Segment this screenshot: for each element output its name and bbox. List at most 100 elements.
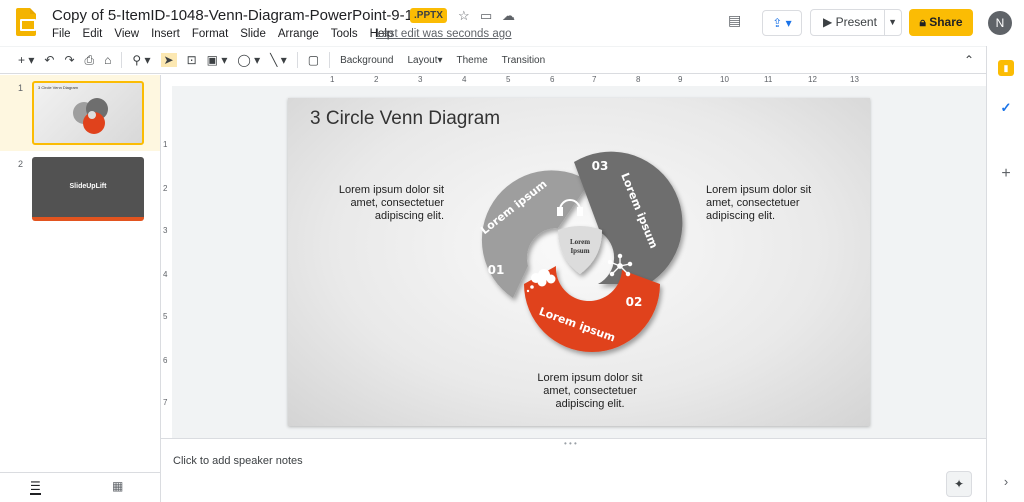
toolbar-divider: [329, 52, 331, 68]
slide-number: 2: [18, 159, 24, 169]
layout-label: Layout: [407, 54, 438, 66]
share-button[interactable]: 🔒︎ Share: [909, 9, 973, 36]
ruler-tick: 13: [850, 75, 859, 84]
ruler-tick: 5: [506, 75, 511, 84]
layout-button[interactable]: Layout▾: [407, 55, 442, 66]
notes-resize-handle[interactable]: • • •: [564, 439, 577, 448]
slides-logo-icon[interactable]: [16, 8, 36, 36]
share-label: Share: [929, 15, 963, 29]
tasks-icon[interactable]: ✓: [998, 100, 1014, 116]
new-slide-icon[interactable]: + ▾: [18, 53, 34, 67]
vertical-ruler[interactable]: 1 2 3 4 5 6 7: [162, 96, 172, 426]
ruler-tick: 6: [550, 75, 555, 84]
add-comment-icon[interactable]: ▢: [308, 53, 319, 67]
ruler-tick: 5: [163, 312, 168, 321]
present-label: Present: [835, 15, 877, 29]
shape-icon[interactable]: ◯ ▾: [237, 53, 260, 67]
ruler-tick: 2: [163, 184, 168, 193]
center-label-1: Lorem: [570, 238, 590, 246]
menu-slide[interactable]: Slide: [240, 28, 266, 40]
last-edit-link[interactable]: Last edit was seconds ago: [376, 28, 512, 40]
redo-icon[interactable]: ↷: [64, 53, 74, 67]
top-header: Copy of 5-ItemID-1048-Venn-Diagram-Power…: [0, 0, 1024, 46]
menu-arrange[interactable]: Arrange: [278, 28, 319, 40]
file-type-badge: .PPTX: [410, 8, 447, 23]
background-button[interactable]: Background: [340, 55, 393, 66]
select-cursor-icon[interactable]: ➤: [160, 53, 177, 67]
ruler-tick: 3: [163, 226, 168, 235]
present-play-icon: ▶: [823, 15, 836, 29]
get-add-ons-icon[interactable]: +: [998, 166, 1014, 182]
toolbar-divider: [296, 52, 298, 68]
filmstrip-view-bar: ☰ ▦: [0, 472, 160, 502]
thumbnail-brand-text: SlideUpLift: [69, 183, 107, 190]
horizontal-ruler[interactable]: 1 2 3 4 5 6 7 8 9 10 11 12 13: [172, 74, 986, 86]
print-icon[interactable]: ⎙: [85, 53, 95, 68]
menu-file[interactable]: File: [52, 28, 71, 40]
petal-02-number: 02: [626, 295, 643, 309]
menu-insert[interactable]: Insert: [151, 28, 180, 40]
slide-thumbnail-2[interactable]: SlideUpLift: [32, 157, 144, 221]
filmstrip-view-icon[interactable]: ☰: [30, 479, 41, 495]
collapse-toolbar-icon[interactable]: ⌃: [964, 53, 974, 67]
undo-icon[interactable]: ↶: [44, 53, 54, 67]
editor-canvas[interactable]: 3 Circle Venn Diagram Lorem ipsum dolor …: [172, 86, 986, 438]
slide-filmstrip: 1 3 Circle Venn Diagram 2 SlideUpLift ☰ …: [0, 75, 161, 502]
expand-panel-icon[interactable]: ›: [998, 474, 1014, 490]
ruler-tick: 4: [163, 270, 168, 279]
menu-bar: File Edit View Insert Format Slide Arran…: [52, 28, 393, 40]
ruler-tick: 7: [592, 75, 597, 84]
side-panel: ▮ ✓ + ›: [986, 46, 1024, 502]
toolbar-divider: [121, 52, 123, 68]
menu-edit[interactable]: Edit: [83, 28, 103, 40]
ruler-tick: 7: [163, 398, 168, 407]
speaker-notes-panel[interactable]: • • • Click to add speaker notes: [161, 438, 986, 502]
ruler-tick: 10: [720, 75, 729, 84]
lock-icon: 🔒︎: [919, 15, 926, 29]
paint-format-icon[interactable]: ⌂: [104, 53, 111, 67]
present-button[interactable]: ▶ Present ▼: [810, 9, 902, 36]
move-folder-icon[interactable]: ▭: [480, 8, 492, 24]
transition-button[interactable]: Transition: [502, 55, 546, 66]
slide-canvas[interactable]: 3 Circle Venn Diagram Lorem ipsum dolor …: [288, 98, 870, 426]
image-icon[interactable]: ▣ ▾: [207, 53, 228, 67]
ruler-tick: 2: [374, 75, 379, 84]
keep-icon[interactable]: ▮: [998, 60, 1014, 76]
venn-diagram[interactable]: Lorem Ipsum Lorem ipsum Lorem ipsum Lore…: [288, 98, 870, 426]
ruler-tick: 4: [462, 75, 467, 84]
explore-icon[interactable]: ✦: [946, 471, 972, 497]
account-avatar[interactable]: N: [988, 11, 1012, 35]
zoom-icon[interactable]: ⚲ ▾: [132, 53, 150, 67]
slide-number: 1: [18, 83, 24, 93]
text-box-icon[interactable]: ⊡: [187, 53, 197, 67]
grid-view-icon[interactable]: ▦: [112, 479, 123, 493]
slide-thumbnail-1[interactable]: 3 Circle Venn Diagram: [32, 81, 144, 145]
theme-button[interactable]: Theme: [457, 55, 488, 66]
menu-format[interactable]: Format: [192, 28, 228, 40]
chevron-down-icon[interactable]: ▼: [888, 10, 897, 35]
center-label-2: Ipsum: [570, 247, 589, 255]
comment-history-icon[interactable]: ▤: [728, 12, 748, 30]
ruler-tick: 3: [418, 75, 423, 84]
petal-03-number: 03: [592, 159, 609, 173]
thumbnail-diagram: [73, 98, 108, 134]
line-icon[interactable]: ╲ ▾: [270, 53, 287, 67]
star-icon[interactable]: ☆: [458, 8, 470, 24]
speaker-notes-placeholder[interactable]: Click to add speaker notes: [173, 455, 303, 467]
menu-view[interactable]: View: [114, 28, 139, 40]
slides-app: Copy of 5-ItemID-1048-Venn-Diagram-Power…: [0, 0, 1024, 502]
ruler-tick: 12: [808, 75, 817, 84]
petal-01-number: 01: [488, 263, 505, 277]
ruler-tick: 8: [636, 75, 641, 84]
ruler-tick: 1: [330, 75, 335, 84]
document-title[interactable]: Copy of 5-ItemID-1048-Venn-Diagram-Power…: [52, 7, 437, 24]
toolbar: + ▾ ↶ ↷ ⎙ ⌂ ⚲ ▾ ➤ ⊡ ▣ ▾ ◯ ▾ ╲ ▾ ▢ Backgr…: [0, 46, 986, 74]
cloud-status-icon[interactable]: ☁: [502, 8, 515, 24]
present-to-meeting-button[interactable]: ⇪ ▾: [762, 10, 802, 36]
menu-tools[interactable]: Tools: [331, 28, 358, 40]
ruler-tick: 11: [764, 75, 773, 84]
present-divider: [884, 10, 885, 35]
ruler-tick: 6: [163, 356, 168, 365]
ruler-tick: 1: [163, 140, 168, 149]
ruler-tick: 9: [678, 75, 683, 84]
